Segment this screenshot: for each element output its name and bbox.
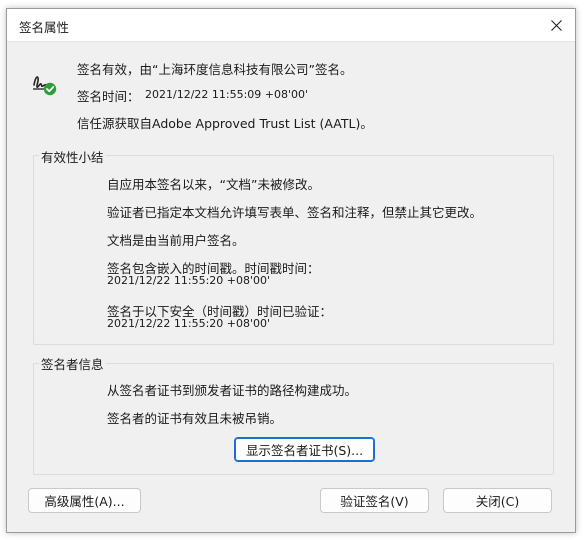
validity-summary-legend: 有效性小结 bbox=[39, 147, 106, 166]
timestamp-verified-value: 2021/12/22 11:55:20 +08'00' bbox=[107, 317, 271, 330]
window-title: 签名属性 bbox=[19, 20, 70, 35]
timestamp-embedded-value: 2021/12/22 11:55:20 +08'00' bbox=[107, 274, 271, 287]
show-signer-certificate-button[interactable]: 显示签名者证书(S)... bbox=[234, 437, 375, 462]
cert-path-text: 从签名者证书到颁发者证书的路径构建成功。 bbox=[107, 383, 358, 398]
title-bar: 签名属性 bbox=[7, 9, 575, 42]
signature-properties-dialog: 签名属性 签名有效，由“上海环度信息科技有限公司”签名。 签名时间： 2021/… bbox=[6, 8, 576, 533]
advanced-properties-button[interactable]: 高级属性(A)... bbox=[28, 488, 141, 513]
signing-time-value: 2021/12/22 11:55:09 +08'00' bbox=[145, 88, 309, 101]
cert-valid-text: 签名者的证书有效且未被吊销。 bbox=[107, 411, 283, 426]
validate-signature-button[interactable]: 验证签名(V) bbox=[320, 488, 429, 513]
validity-signed-by-user-text: 文档是由当前用户签名。 bbox=[107, 233, 245, 248]
close-icon bbox=[550, 19, 562, 31]
signature-status-text: 签名有效，由“上海环度信息科技有限公司”签名。 bbox=[77, 62, 353, 77]
signature-valid-icon bbox=[33, 76, 57, 96]
validity-unmodified-text: 自应用本签名以来，“文档”未被修改。 bbox=[107, 177, 320, 192]
signer-info-legend: 签名者信息 bbox=[39, 354, 106, 373]
close-window-button[interactable] bbox=[543, 13, 569, 37]
close-button[interactable]: 关闭(C) bbox=[443, 488, 552, 513]
validity-permissions-text: 验证者已指定本文档允许填写表单、签名和注释，但禁止其它更改。 bbox=[107, 205, 483, 220]
trust-source-text: 信任源获取自Adobe Approved Trust List (AATL)。 bbox=[77, 116, 373, 131]
signing-time-label: 签名时间： bbox=[77, 89, 140, 104]
